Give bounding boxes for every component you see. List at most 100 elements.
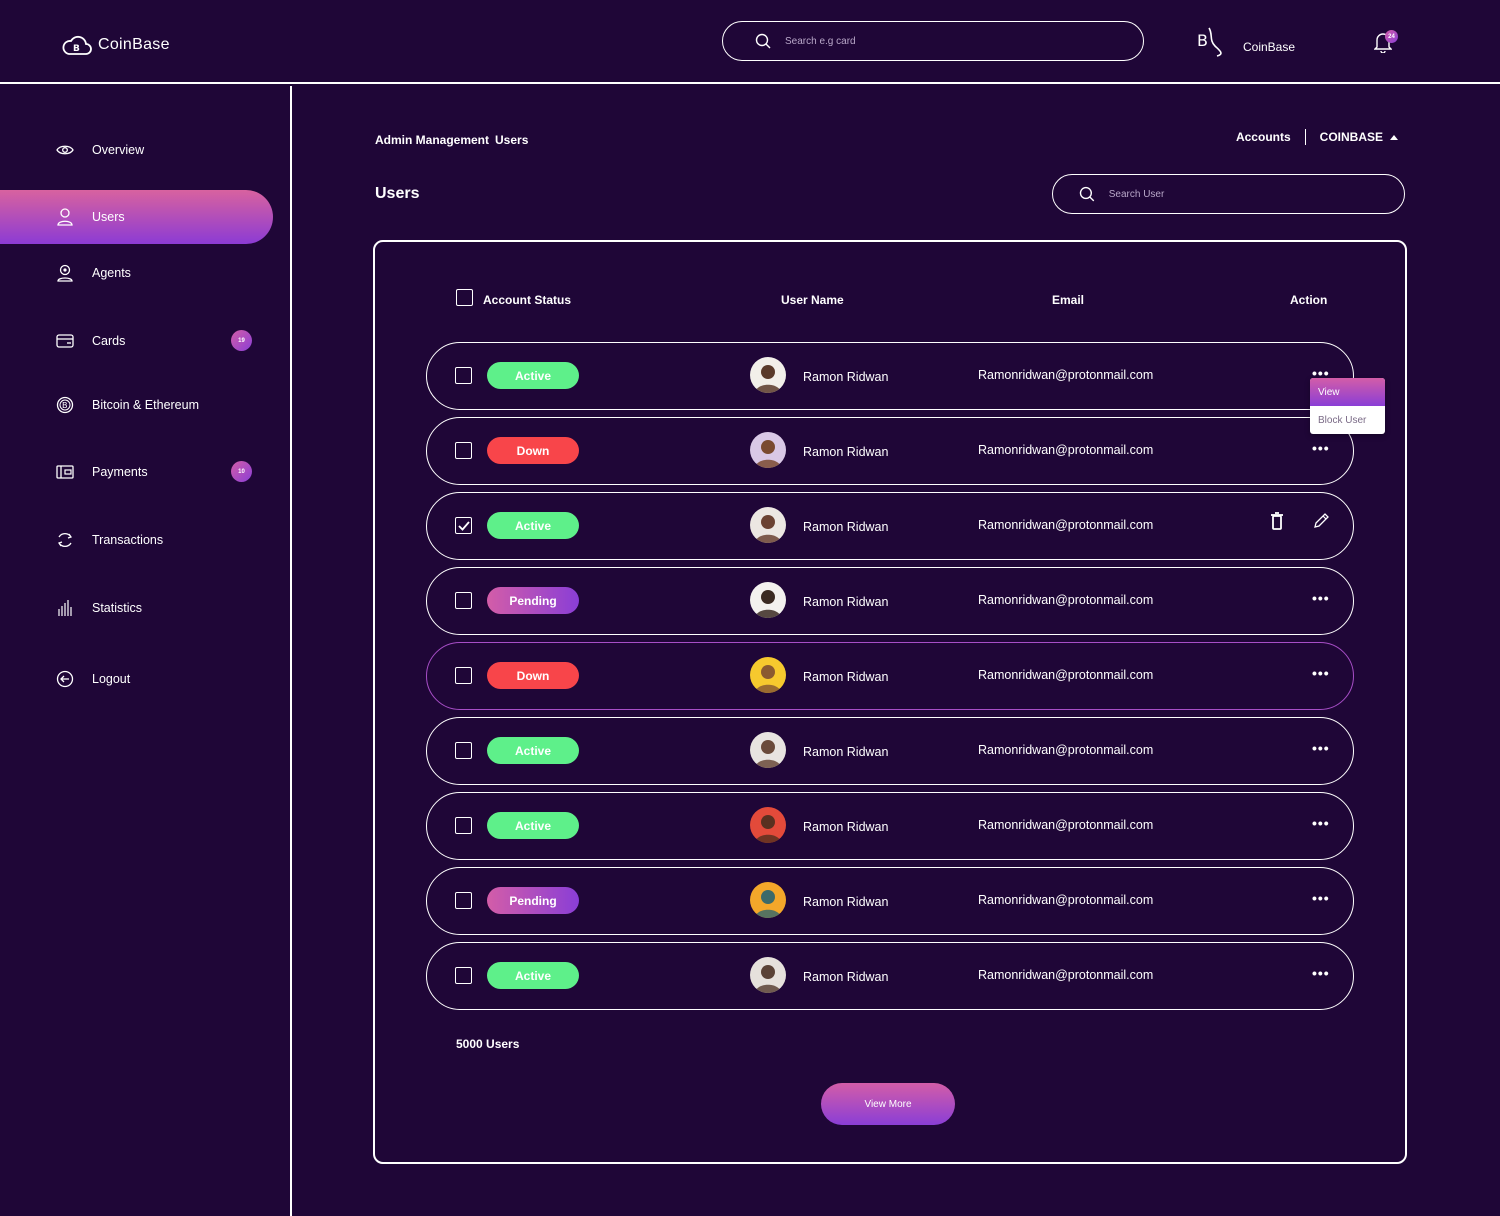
more-actions-icon[interactable]: •••: [1312, 441, 1330, 455]
more-actions-icon[interactable]: •••: [1312, 591, 1330, 605]
status-badge: Pending: [487, 887, 579, 914]
cloud-bitcoin-icon: B: [62, 35, 92, 55]
table-row[interactable]: Active Ramon Ridwan Ramonridwan@protonma…: [426, 492, 1354, 560]
avatar: [750, 357, 786, 393]
user-name: Ramon Ridwan: [803, 745, 889, 759]
user-email: Ramonridwan@protonmail.com: [978, 593, 1154, 607]
row-checkbox[interactable]: [455, 967, 472, 984]
user-name: Ramon Ridwan: [803, 595, 889, 609]
sidebar-item-cards[interactable]: Cards 19: [0, 314, 273, 368]
sidebar-item-users[interactable]: Users: [0, 190, 273, 244]
row-checkbox[interactable]: [455, 667, 472, 684]
table-row[interactable]: Pending Ramon Ridwan Ramonridwan@protonm…: [426, 567, 1354, 635]
notification-badge: 24: [1385, 30, 1398, 43]
status-badge: Active: [487, 737, 579, 764]
header-account-status: Account Status: [483, 293, 572, 307]
sidebar-item-label: Bitcoin & Ethereum: [92, 398, 199, 412]
avatar: [750, 657, 786, 693]
more-actions-icon[interactable]: •••: [1312, 366, 1330, 380]
user-email: Ramonridwan@protonmail.com: [978, 743, 1154, 757]
sidebar: Overview Users Agents Cards 19 B Bitcoin…: [0, 86, 292, 1216]
sidebar-item-logout[interactable]: Logout: [0, 652, 273, 706]
sidebar-item-label: Cards: [92, 334, 126, 348]
select-all-checkbox[interactable]: [456, 289, 473, 306]
sidebar-item-payments[interactable]: Payments 10: [0, 445, 273, 499]
sidebar-item-bitcoin-ethereum[interactable]: B Bitcoin & Ethereum: [0, 378, 273, 432]
breadcrumb-section[interactable]: Admin Management: [375, 133, 489, 147]
table-row[interactable]: Active Ramon Ridwan Ramonridwan@protonma…: [426, 342, 1354, 410]
sidebar-item-statistics[interactable]: Statistics: [0, 581, 273, 635]
trash-icon[interactable]: [1270, 512, 1284, 530]
user-email: Ramonridwan@protonmail.com: [978, 368, 1154, 382]
more-actions-icon[interactable]: •••: [1312, 966, 1330, 980]
svg-text:B: B: [1197, 31, 1208, 50]
row-action-menu: View Block User: [1310, 378, 1385, 434]
accounts-link[interactable]: Accounts: [1236, 130, 1291, 144]
sidebar-item-transactions[interactable]: Transactions: [0, 513, 273, 567]
status-badge: Active: [487, 962, 579, 989]
menu-item-view[interactable]: View: [1310, 378, 1385, 406]
header-action: Action: [1290, 293, 1328, 307]
more-actions-icon[interactable]: •••: [1312, 891, 1330, 905]
page-title: Users: [375, 185, 420, 202]
row-checkbox[interactable]: [455, 367, 472, 384]
table-row[interactable]: Active Ramon Ridwan Ramonridwan@protonma…: [426, 792, 1354, 860]
brand-mark-icon: B: [1197, 27, 1222, 57]
menu-item-block-user[interactable]: Block User: [1310, 406, 1385, 434]
user-email: Ramonridwan@protonmail.com: [978, 443, 1154, 457]
payments-count-badge: 10: [231, 461, 252, 482]
row-checkbox[interactable]: [455, 742, 472, 759]
table-row[interactable]: Active Ramon Ridwan Ramonridwan@protonma…: [426, 942, 1354, 1010]
table-row[interactable]: Down Ramon Ridwan Ramonridwan@protonmail…: [426, 642, 1354, 710]
caret-up-icon[interactable]: [1390, 134, 1398, 140]
status-badge: Active: [487, 362, 579, 389]
user-email: Ramonridwan@protonmail.com: [978, 518, 1154, 532]
user-name: Ramon Ridwan: [803, 445, 889, 459]
global-search-input[interactable]: [785, 35, 1085, 47]
user-email: Ramonridwan@protonmail.com: [978, 968, 1154, 982]
sidebar-item-overview[interactable]: Overview: [0, 123, 273, 177]
view-more-button[interactable]: View More: [821, 1083, 955, 1125]
top-bar: B CoinBase B CoinBase 24: [0, 0, 1500, 84]
user-email: Ramonridwan@protonmail.com: [978, 818, 1154, 832]
more-actions-icon[interactable]: •••: [1312, 666, 1330, 680]
search-icon: [755, 33, 771, 49]
more-actions-icon[interactable]: •••: [1312, 741, 1330, 755]
status-badge: Active: [487, 512, 579, 539]
status-badge: Pending: [487, 587, 579, 614]
pencil-icon[interactable]: [1312, 512, 1330, 530]
row-checkbox[interactable]: [455, 517, 472, 534]
user-name: Ramon Ridwan: [803, 520, 889, 534]
table-row[interactable]: Pending Ramon Ridwan Ramonridwan@protonm…: [426, 867, 1354, 935]
sidebar-item-label: Logout: [92, 672, 131, 686]
eye-icon: [55, 140, 75, 160]
logout-icon: [55, 669, 75, 689]
logo[interactable]: B CoinBase: [62, 32, 170, 58]
account-switcher: Accounts COINBASE: [1236, 129, 1398, 145]
global-search[interactable]: [722, 21, 1144, 61]
row-checkbox[interactable]: [455, 592, 472, 609]
more-actions-icon[interactable]: •••: [1312, 816, 1330, 830]
wallet-icon: [55, 462, 75, 482]
status-badge: Down: [487, 662, 579, 689]
bitcoin-icon: B: [55, 395, 75, 415]
row-checkbox[interactable]: [455, 892, 472, 909]
table-row[interactable]: Down Ramon Ridwan Ramonridwan@protonmail…: [426, 417, 1354, 485]
svg-text:B: B: [62, 401, 68, 410]
row-checkbox[interactable]: [455, 817, 472, 834]
sidebar-item-agents[interactable]: Agents: [0, 246, 273, 300]
user-search[interactable]: [1052, 174, 1405, 214]
user-search-input[interactable]: [1108, 188, 1404, 200]
avatar: [750, 957, 786, 993]
divider: [1304, 129, 1306, 145]
table-row[interactable]: Active Ramon Ridwan Ramonridwan@protonma…: [426, 717, 1354, 785]
avatar: [750, 882, 786, 918]
sidebar-item-label: Agents: [92, 266, 131, 280]
user-name: Ramon Ridwan: [803, 970, 889, 984]
users-table-panel: Account Status User Name Email Action Ac…: [373, 240, 1407, 1164]
sidebar-item-label: Payments: [92, 465, 148, 479]
org-selector[interactable]: COINBASE: [1320, 130, 1383, 144]
row-checkbox[interactable]: [455, 442, 472, 459]
status-badge: Down: [487, 437, 579, 464]
sidebar-item-label: Statistics: [92, 601, 143, 615]
